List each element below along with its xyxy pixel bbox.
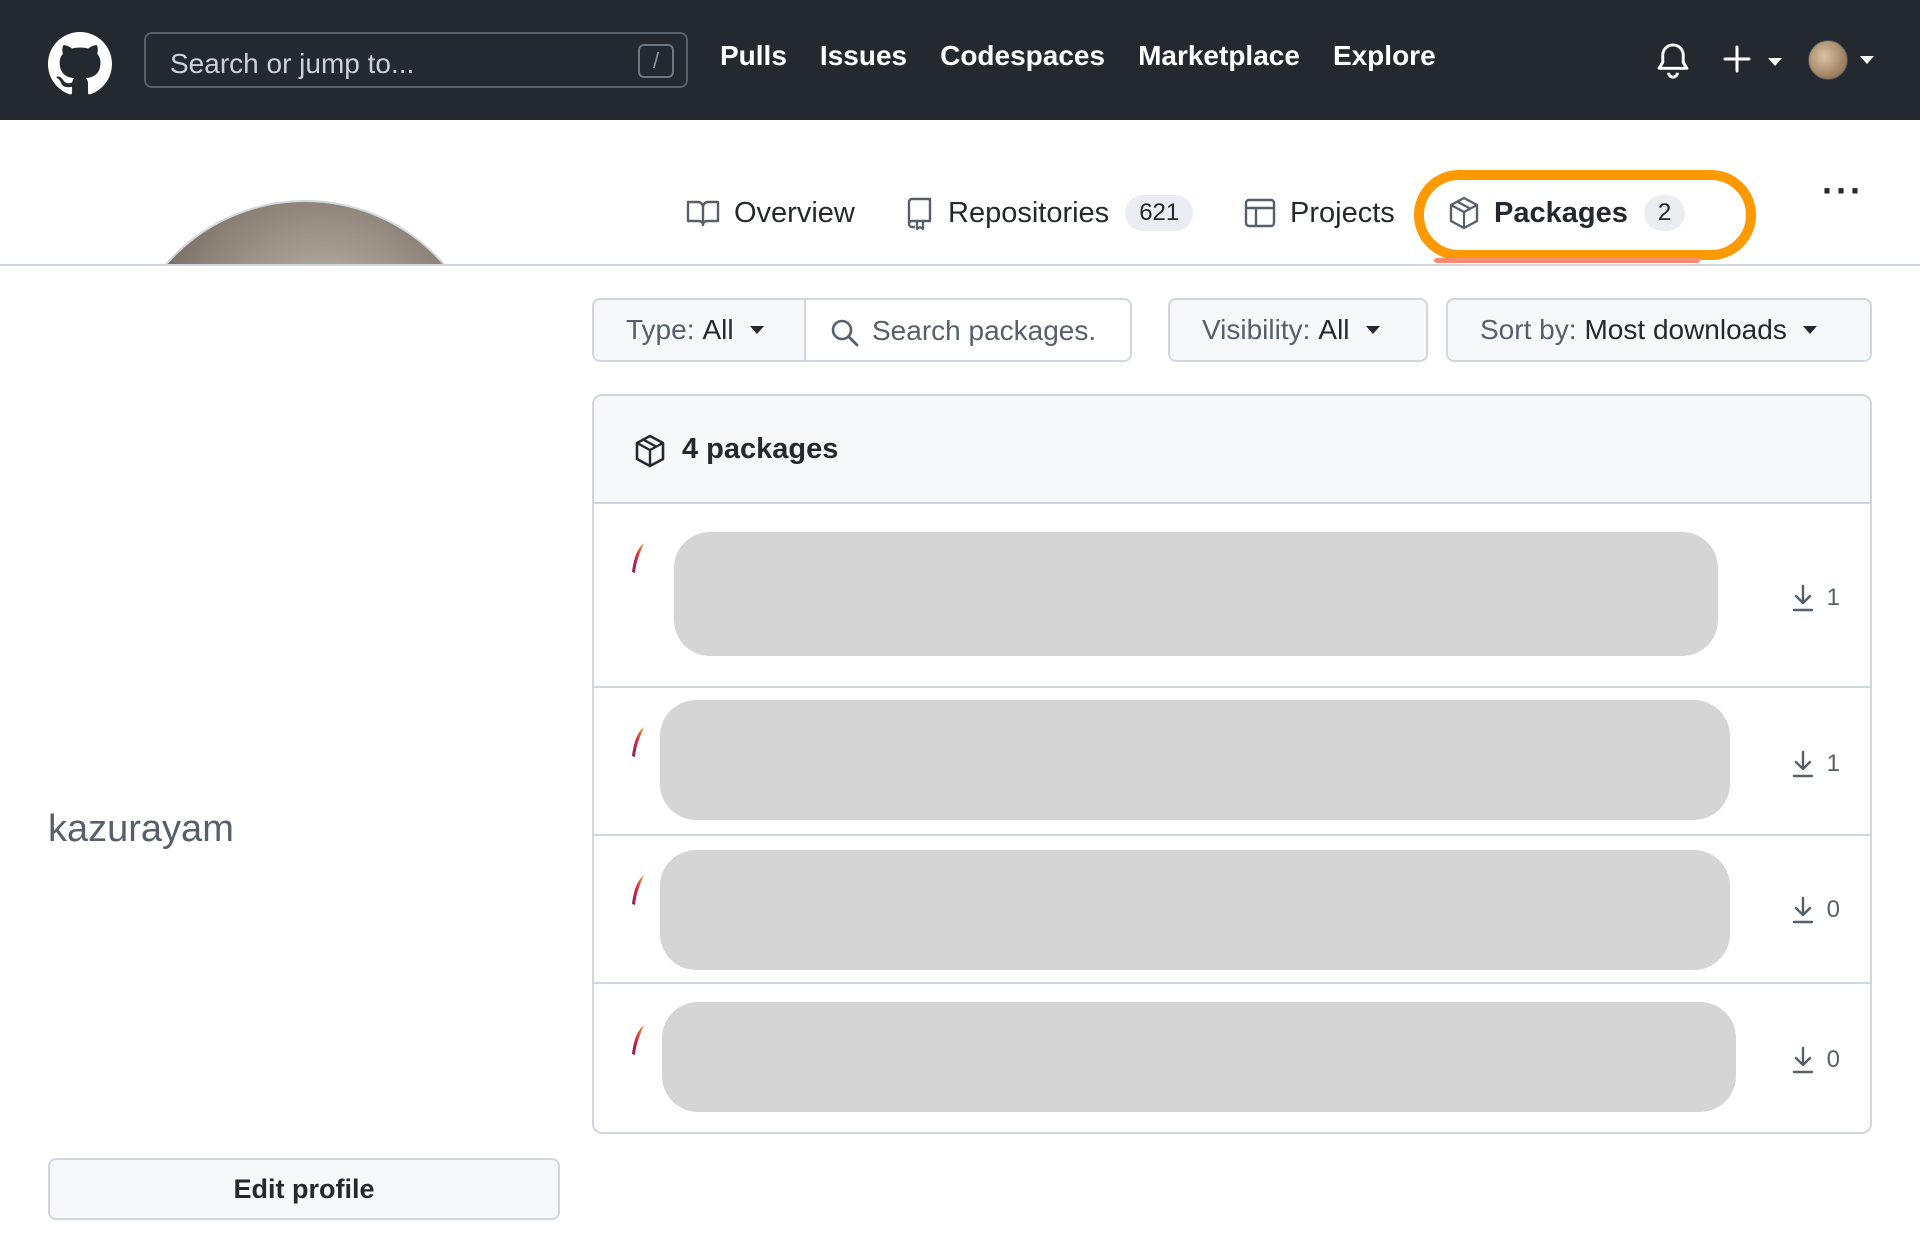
package-icon bbox=[635, 434, 665, 468]
type-filter-value: All bbox=[702, 314, 734, 345]
table-icon bbox=[1244, 198, 1276, 228]
package-row[interactable]: 0 bbox=[594, 984, 1870, 1132]
download-count: 1 bbox=[1791, 750, 1840, 778]
profile-avatar[interactable] bbox=[120, 200, 490, 264]
package-row[interactable]: 0 bbox=[594, 836, 1870, 984]
nav-marketplace[interactable]: Marketplace bbox=[1138, 40, 1300, 72]
nav-codespaces[interactable]: Codespaces bbox=[940, 40, 1105, 72]
package-row[interactable]: 1 bbox=[594, 504, 1870, 688]
nav-pulls[interactable]: Pulls bbox=[720, 40, 787, 72]
download-icon bbox=[1792, 584, 1813, 612]
maven-feather-icon bbox=[632, 727, 644, 757]
visibility-filter-label: Visibility: bbox=[1202, 314, 1311, 345]
tab-repositories[interactable]: Repositories 621 bbox=[904, 188, 1194, 238]
download-count: 1 bbox=[1791, 584, 1840, 612]
search-shortcut-key: / bbox=[638, 44, 674, 78]
nav-explore[interactable]: Explore bbox=[1333, 40, 1436, 72]
global-header: Search or jump to... / Pulls Issues Code… bbox=[0, 0, 1920, 120]
chevron-down-icon bbox=[1365, 326, 1380, 334]
repo-icon bbox=[907, 197, 932, 230]
search-packages-placeholder: Search packages. bbox=[872, 315, 1097, 346]
tab-projects-label: Projects bbox=[1290, 196, 1395, 229]
download-count: 0 bbox=[1791, 1046, 1840, 1074]
create-new-menu[interactable] bbox=[1722, 42, 1782, 78]
plus-icon bbox=[1723, 45, 1751, 73]
tab-overview-label: Overview bbox=[734, 196, 855, 229]
download-count-value: 0 bbox=[1826, 1046, 1840, 1073]
profile-username: kazurayam bbox=[48, 808, 234, 850]
download-icon bbox=[1792, 1046, 1813, 1074]
tab-overview[interactable]: Overview bbox=[686, 188, 855, 238]
visibility-filter-value: All bbox=[1318, 314, 1350, 345]
redacted-package-info bbox=[674, 532, 1718, 656]
global-nav: Pulls Issues Codespaces Marketplace Expl… bbox=[720, 40, 1436, 72]
profile-avatar-container bbox=[100, 150, 510, 264]
nav-issues[interactable]: Issues bbox=[820, 40, 907, 72]
download-count-value: 0 bbox=[1826, 896, 1840, 923]
packages-list-header: 4 packages bbox=[594, 396, 1870, 504]
packages-list: 4 packages 1 1 0 0 bbox=[592, 394, 1872, 1134]
chevron-down-icon bbox=[1860, 56, 1874, 64]
chevron-down-icon bbox=[1768, 58, 1782, 66]
sort-dropdown[interactable]: Sort by: Most downloads bbox=[1446, 298, 1872, 362]
packages-count: 4 packages bbox=[682, 433, 839, 465]
type-filter-dropdown[interactable]: Type: All bbox=[592, 298, 806, 362]
tab-projects[interactable]: Projects bbox=[1244, 188, 1395, 238]
user-menu[interactable] bbox=[1808, 40, 1874, 82]
tab-packages[interactable]: Packages 2 bbox=[1448, 188, 1686, 238]
sort-value: Most downloads bbox=[1584, 314, 1787, 345]
maven-feather-icon bbox=[632, 543, 644, 573]
visibility-filter-dropdown[interactable]: Visibility: All bbox=[1168, 298, 1428, 362]
github-logo-icon[interactable] bbox=[48, 32, 112, 96]
search-packages-input[interactable]: Search packages. bbox=[804, 298, 1132, 362]
redacted-package-info bbox=[662, 1002, 1736, 1112]
tab-repositories-label: Repositories bbox=[948, 196, 1110, 229]
maven-feather-icon bbox=[632, 1025, 644, 1055]
chevron-down-icon bbox=[1802, 326, 1817, 334]
redacted-package-info bbox=[660, 700, 1730, 820]
package-row[interactable]: 1 bbox=[594, 688, 1870, 836]
chevron-down-icon bbox=[749, 326, 764, 334]
type-filter-label: Type: bbox=[626, 314, 695, 345]
download-icon bbox=[1792, 896, 1813, 924]
edit-profile-button[interactable]: Edit profile bbox=[48, 1158, 560, 1220]
tab-packages-label: Packages bbox=[1494, 196, 1628, 229]
more-options-button[interactable]: ··· bbox=[1822, 170, 1864, 212]
download-icon bbox=[1792, 750, 1813, 778]
download-count-value: 1 bbox=[1826, 584, 1840, 611]
search-icon bbox=[831, 319, 859, 347]
profile-nav-divider bbox=[0, 264, 1920, 266]
sort-label: Sort by: bbox=[1480, 314, 1577, 345]
maven-feather-icon bbox=[632, 875, 644, 905]
book-icon bbox=[686, 200, 720, 227]
notifications-bell-icon[interactable] bbox=[1655, 42, 1691, 80]
download-count-value: 1 bbox=[1826, 750, 1840, 777]
redacted-package-info bbox=[660, 850, 1730, 970]
search-placeholder: Search or jump to... bbox=[170, 48, 415, 79]
package-icon bbox=[1449, 196, 1479, 230]
download-count: 0 bbox=[1791, 896, 1840, 924]
active-tab-underline bbox=[1434, 258, 1700, 263]
repositories-count-badge: 621 bbox=[1125, 195, 1194, 231]
avatar bbox=[1808, 40, 1848, 80]
packages-count-badge: 2 bbox=[1643, 195, 1686, 231]
global-search-input[interactable]: Search or jump to... / bbox=[144, 32, 688, 88]
